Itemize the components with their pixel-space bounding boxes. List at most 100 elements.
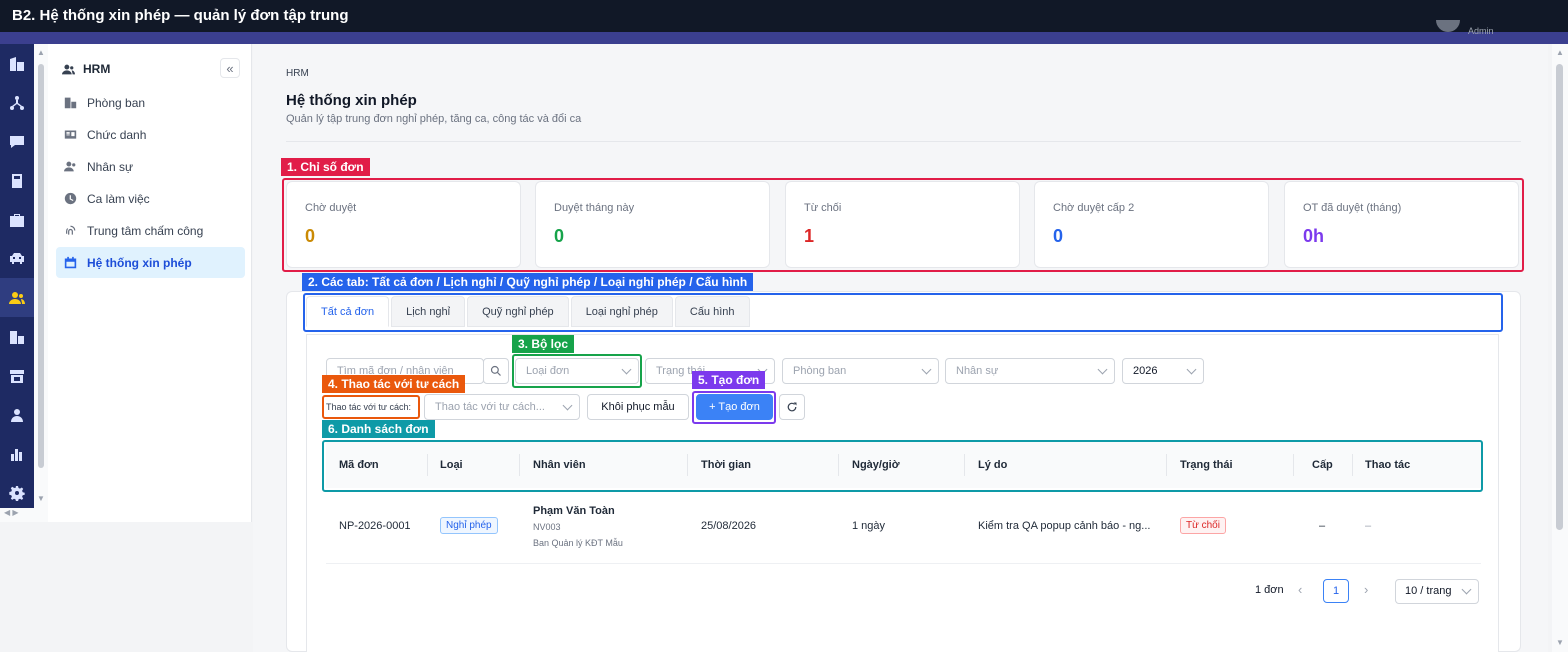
annotation-label: 5. Tạo đơn [692, 371, 766, 389]
chevron-down-icon [562, 400, 573, 411]
restore-template-button[interactable]: Khôi phục mẫu [587, 394, 689, 420]
bar-chart-icon[interactable] [0, 434, 34, 473]
annotation-filters [512, 354, 642, 388]
divider [286, 141, 1521, 142]
department-select[interactable]: Phòng ban [782, 358, 939, 384]
search-button[interactable] [483, 358, 509, 384]
sidebar-item-attendance[interactable]: Trung tâm chấm công [56, 215, 245, 246]
scroll-down-icon[interactable]: ▼ [1556, 638, 1564, 647]
refresh-button[interactable] [779, 394, 805, 420]
sidebar: HRM « Phòng ban Chức danh Nhân sự Ca làm… [48, 44, 252, 522]
request-reason: Kiểm tra QA popup cảnh báo - ng... [978, 520, 1151, 532]
prev-page-icon[interactable]: ‹ [1298, 582, 1302, 597]
request-duration: 1 ngày [852, 520, 886, 532]
row-divider [326, 563, 1481, 564]
store-icon[interactable] [0, 356, 34, 395]
request-code[interactable]: NP-2026-0001 [339, 520, 411, 532]
employee-id: NV003 [533, 522, 561, 532]
row-actions[interactable]: – [1365, 520, 1371, 532]
app-header: Admin [0, 20, 1568, 44]
employee-select[interactable]: Nhân sự [945, 358, 1115, 384]
sidebar-item-label: Hệ thống xin phép [87, 255, 192, 270]
scroll-down-icon[interactable]: ▼ [37, 494, 45, 503]
chevron-down-icon [1461, 584, 1472, 595]
sidebar-module-label: HRM [83, 62, 111, 76]
annotation-label: 1. Chỉ số đơn [281, 158, 370, 176]
annotation-label: 3. Bộ lọc [512, 335, 575, 353]
fingerprint-icon [66, 225, 76, 235]
sidebar-item-leave-system[interactable]: Hệ thống xin phép [56, 247, 245, 278]
page-button[interactable]: 1 [1323, 579, 1349, 603]
annotation-label: 4. Thao tác với tư cách [322, 375, 466, 393]
search-icon [490, 365, 501, 376]
sidebar-item-label: Chức danh [87, 127, 147, 142]
type-badge: Nghỉ phép [440, 517, 498, 534]
sidebar-item-employees[interactable]: Nhân sự [56, 151, 245, 182]
user-name[interactable]: Admin [1468, 26, 1494, 36]
calculator-icon[interactable] [0, 161, 34, 200]
user-badge-icon[interactable] [0, 395, 34, 434]
page-scrollbar[interactable]: ▲ ▼ [1552, 44, 1568, 652]
act-as-select[interactable]: Thao tác với tư cách... [424, 394, 580, 420]
settings-icon[interactable] [0, 473, 34, 510]
breadcrumb[interactable]: HRM [286, 68, 309, 79]
chevron-down-icon [1186, 364, 1197, 375]
sidebar-item-label: Trung tâm chấm công [87, 223, 204, 238]
calendar-icon [64, 256, 77, 269]
page-title: Hệ thống xin phép [286, 92, 417, 109]
request-time: 25/08/2026 [701, 520, 757, 532]
department-icon [64, 97, 77, 109]
car-icon[interactable] [0, 239, 34, 278]
chevron-down-icon [921, 364, 932, 375]
page-subtitle: Quản lý tập trung đơn nghỉ phép, tăng ca… [286, 113, 582, 125]
select-placeholder: Thao tác với tư cách... [435, 401, 545, 413]
page-size-select[interactable]: 10 / trang [1395, 579, 1479, 604]
users-icon [62, 64, 75, 74]
collapse-sidebar-button[interactable]: « [220, 58, 240, 78]
select-value: 10 / trang [1405, 585, 1452, 597]
briefcase-icon[interactable] [0, 200, 34, 239]
select-placeholder: Nhân sự [956, 365, 999, 377]
workflow-icon[interactable] [0, 83, 34, 122]
clock-icon [64, 192, 77, 205]
annotation-label: 6. Danh sách đơn [322, 420, 435, 438]
sidebar-item-shifts[interactable]: Ca làm việc [56, 183, 245, 214]
sidebar-item-job-titles[interactable]: Chức danh [56, 119, 245, 150]
annotation-label: 2. Các tab: Tất cả đơn / Lịch nghỉ / Quỹ… [302, 273, 754, 291]
people-icon[interactable] [0, 278, 34, 317]
request-level: – [1319, 520, 1326, 532]
year-select[interactable]: 2026 [1122, 358, 1204, 384]
window-title: B2. Hệ thống xin phép — quản lý đơn tập … [0, 0, 1568, 32]
sidebar-item-label: Nhân sự [87, 159, 134, 174]
annotation-stats [282, 178, 1524, 272]
next-page-icon[interactable]: › [1364, 582, 1368, 597]
users-icon [64, 161, 76, 172]
sidebar-module: HRM [62, 62, 110, 76]
id-card-icon [64, 130, 77, 139]
sidebar-item-label: Ca làm việc [87, 191, 150, 206]
sidebar-item-label: Phòng ban [87, 95, 146, 110]
annotation-list [322, 440, 1483, 492]
refresh-icon [787, 402, 797, 412]
employee-department: Ban Quản lý KĐT Mẫu [533, 538, 623, 548]
annotation-act-as [322, 395, 420, 419]
total-count: 1 đơn [1255, 584, 1284, 596]
annotation-create [692, 391, 776, 424]
select-value: 2026 [1133, 365, 1158, 377]
building-icon[interactable] [0, 44, 34, 83]
status-badge: Từ chối [1180, 517, 1226, 534]
scroll-up-icon[interactable]: ▲ [1556, 48, 1564, 57]
chat-icon[interactable] [0, 122, 34, 161]
annotation-tabs [303, 293, 1503, 332]
sidebar-item-departments[interactable]: Phòng ban [56, 87, 245, 118]
org-icon[interactable] [0, 317, 34, 356]
scroll-thumb[interactable] [1556, 64, 1563, 530]
scroll-up-icon[interactable]: ▲ [37, 48, 45, 57]
employee-name: Phạm Văn Toàn [533, 505, 615, 517]
chevron-down-icon [1097, 364, 1108, 375]
scroll-thumb[interactable] [38, 64, 44, 468]
main-content: HRM Hệ thống xin phép Quản lý tập trung … [253, 44, 1548, 652]
horizontal-scrollbar[interactable]: ◀ ▶ [0, 508, 48, 522]
sidebar-empty-area [0, 522, 252, 652]
rail-scrollbar[interactable]: ▲ ▼ [34, 44, 48, 510]
